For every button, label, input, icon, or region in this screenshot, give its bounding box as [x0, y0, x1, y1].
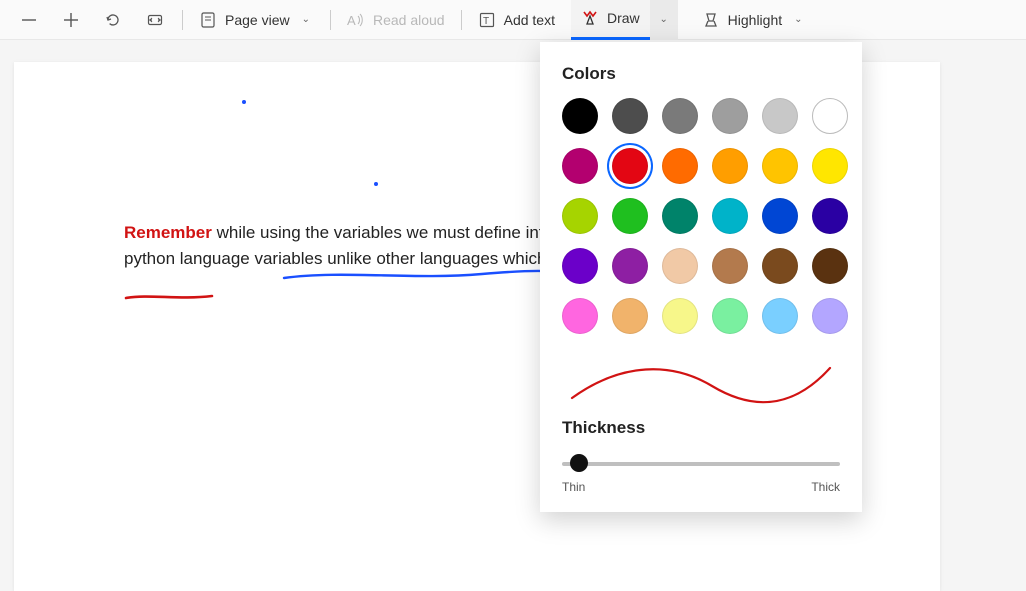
thick-label: Thick	[811, 480, 840, 494]
read-aloud-button[interactable]: A Read aloud	[337, 0, 455, 40]
highlight-label: Highlight	[728, 12, 782, 28]
stroke-preview	[562, 352, 840, 408]
color-swatch[interactable]	[812, 198, 848, 234]
color-swatch[interactable]	[712, 148, 748, 184]
color-swatch[interactable]	[662, 148, 698, 184]
red-underline-ink	[124, 292, 214, 302]
chevron-down-icon: ⌄	[790, 14, 806, 25]
color-grid	[562, 98, 840, 334]
color-swatch[interactable]	[562, 248, 598, 284]
fit-width-button[interactable]	[134, 0, 176, 40]
chevron-down-icon: ⌄	[298, 14, 314, 25]
slider-thumb[interactable]	[570, 454, 588, 472]
highlight-icon	[702, 11, 720, 29]
remember-word: Remember	[124, 223, 212, 242]
thickness-heading: Thickness	[562, 418, 840, 438]
read-aloud-label: Read aloud	[373, 12, 445, 28]
color-swatch[interactable]	[612, 298, 648, 334]
toolbar-separator	[330, 10, 331, 30]
toolbar: Page view ⌄ A Read aloud T Add text Draw…	[0, 0, 1026, 40]
color-swatch[interactable]	[662, 298, 698, 334]
color-swatch[interactable]	[712, 298, 748, 334]
color-swatch[interactable]	[612, 198, 648, 234]
zoom-out-button[interactable]	[8, 0, 50, 40]
color-swatch[interactable]	[812, 98, 848, 134]
color-swatch[interactable]	[562, 148, 598, 184]
blue-underline-ink	[282, 268, 572, 282]
color-swatch[interactable]	[812, 148, 848, 184]
colors-heading: Colors	[562, 64, 840, 84]
color-swatch[interactable]	[562, 198, 598, 234]
thin-label: Thin	[562, 480, 585, 494]
color-swatch[interactable]	[762, 98, 798, 134]
zoom-in-button[interactable]	[50, 0, 92, 40]
highlight-button[interactable]: Highlight ⌄	[692, 0, 817, 40]
draw-chevron-button[interactable]: ⌄	[650, 0, 678, 40]
toolbar-separator	[182, 10, 183, 30]
color-swatch[interactable]	[562, 298, 598, 334]
color-swatch[interactable]	[712, 198, 748, 234]
slider-track	[562, 462, 840, 466]
color-swatch[interactable]	[812, 298, 848, 334]
color-swatch[interactable]	[712, 248, 748, 284]
draw-button[interactable]: Draw	[571, 0, 650, 40]
color-swatch[interactable]	[662, 198, 698, 234]
color-swatch[interactable]	[662, 98, 698, 134]
draw-label: Draw	[607, 10, 640, 26]
color-swatch[interactable]	[762, 298, 798, 334]
add-text-icon: T	[478, 11, 496, 29]
draw-pen-icon	[581, 9, 599, 27]
color-swatch[interactable]	[612, 98, 648, 134]
color-swatch[interactable]	[812, 248, 848, 284]
draw-options-panel: Colors Thickness Thin Thick	[540, 42, 862, 512]
color-swatch[interactable]	[762, 148, 798, 184]
svg-text:A: A	[347, 13, 356, 28]
color-swatch[interactable]	[712, 98, 748, 134]
add-text-button[interactable]: T Add text	[468, 0, 565, 40]
thickness-slider[interactable]	[562, 452, 840, 476]
read-aloud-icon: A	[347, 11, 365, 29]
ink-dot	[374, 182, 378, 186]
rotate-button[interactable]	[92, 0, 134, 40]
add-text-label: Add text	[504, 12, 555, 28]
page-view-button[interactable]: Page view ⌄	[189, 0, 324, 40]
color-swatch[interactable]	[762, 248, 798, 284]
color-swatch[interactable]	[762, 198, 798, 234]
page-view-label: Page view	[225, 12, 290, 28]
color-swatch[interactable]	[612, 148, 648, 184]
ink-dot	[242, 100, 246, 104]
color-swatch[interactable]	[612, 248, 648, 284]
color-swatch[interactable]	[562, 98, 598, 134]
chevron-down-icon: ⌄	[655, 14, 671, 25]
svg-text:T: T	[483, 16, 489, 27]
page-view-icon	[199, 11, 217, 29]
toolbar-separator	[461, 10, 462, 30]
color-swatch[interactable]	[662, 248, 698, 284]
